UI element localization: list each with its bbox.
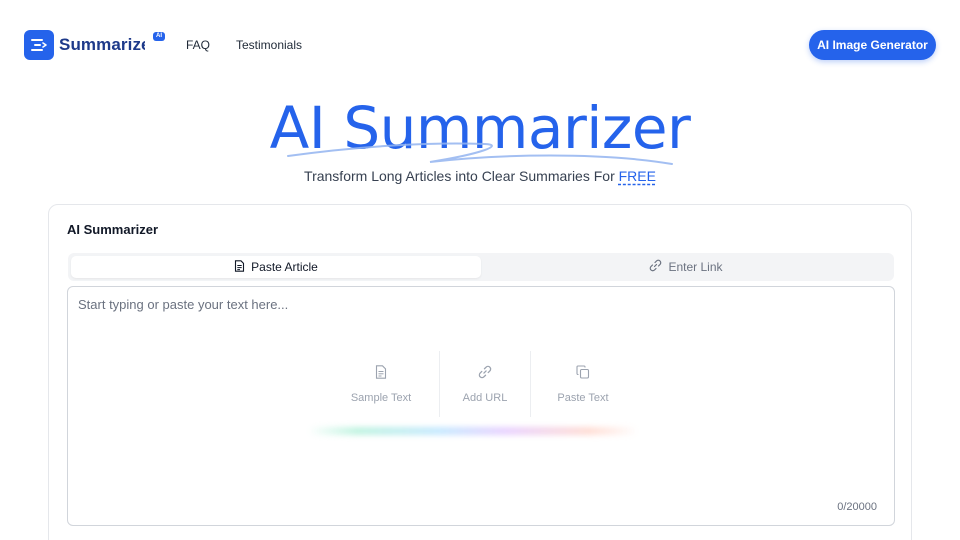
logo-text: Summarizer — [59, 35, 145, 54]
ai-badge: AI — [153, 32, 165, 41]
tab-paste-article[interactable]: Paste Article — [71, 256, 481, 278]
article-input-wrapper: Sample Text Add URL Paste Text 0/20000 — [67, 286, 895, 526]
input-mode-tabs: Paste Article Enter Link — [68, 253, 894, 281]
card-title: AI Summarizer — [67, 222, 159, 237]
hero-subtitle-text: Transform Long Articles into Clear Summa… — [304, 168, 619, 184]
sample-text-label: Sample Text — [350, 391, 412, 404]
free-highlight: FREE — [618, 168, 656, 184]
hero-subtitle: Transform Long Articles into Clear Summa… — [0, 168, 960, 184]
nav-faq[interactable]: FAQ — [186, 38, 210, 52]
tab-enter-link-label: Enter Link — [668, 260, 723, 274]
paste-text-button[interactable]: Paste Text — [531, 351, 635, 417]
link-icon — [478, 365, 492, 382]
nav-testimonials[interactable]: Testimonials — [236, 38, 302, 52]
document-icon — [375, 364, 387, 382]
logo-icon — [24, 30, 54, 60]
tab-paste-article-label: Paste Article — [251, 260, 318, 274]
ai-image-generator-button[interactable]: AI Image Generator — [809, 30, 936, 60]
link-icon — [649, 259, 662, 275]
tab-enter-link[interactable]: Enter Link — [481, 256, 891, 278]
document-icon — [234, 259, 245, 275]
rainbow-glow-decoration — [308, 427, 638, 435]
hero-title: AI Summarizer — [269, 94, 691, 162]
sample-text-button[interactable]: Sample Text — [323, 351, 439, 417]
logo[interactable]: Summarizer AI — [24, 30, 165, 60]
paste-text-label: Paste Text — [557, 391, 609, 404]
site-header: Summarizer AI FAQ Testimonials AI Image … — [0, 0, 960, 90]
character-counter: 0/20000 — [837, 501, 877, 513]
copy-icon — [576, 364, 590, 382]
add-url-label: Add URL — [462, 391, 508, 404]
quick-actions: Sample Text Add URL Paste Text — [323, 351, 643, 417]
add-url-button[interactable]: Add URL — [439, 351, 531, 417]
summarizer-card: AI Summarizer Paste Article Enter Link S… — [48, 204, 912, 540]
